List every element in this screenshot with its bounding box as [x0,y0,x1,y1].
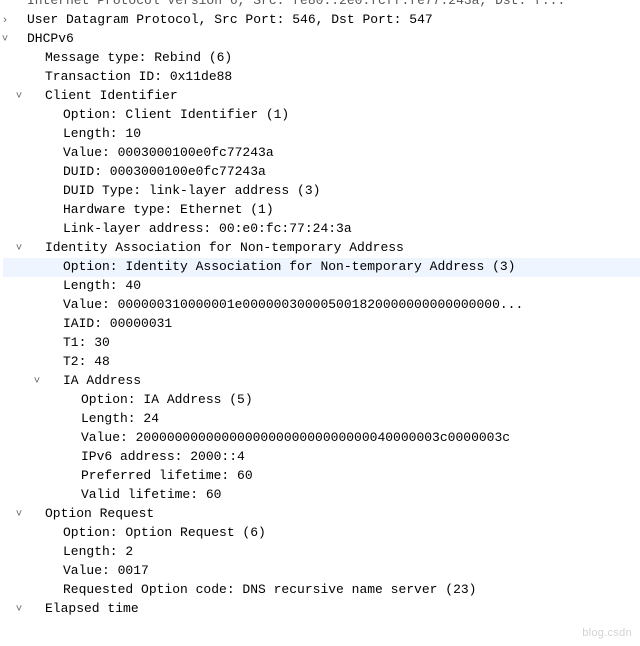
client-id-label: Client Identifier [45,87,178,106]
tree-row-selected[interactable]: Option: Identity Association for Non-tem… [3,258,640,277]
opt-req-value: Value: 0017 [63,562,149,581]
internet-proto-label: Internet Protocol Version 6, Src: fe80::… [27,0,565,11]
client-id-value: Value: 0003000100e0fc77243a [63,144,274,163]
tree-row[interactable]: Length: 10 [3,125,640,144]
tree-row[interactable]: IPv6 address: 2000::4 [3,448,640,467]
packet-tree: Internet Protocol Version 6, Src: fe80::… [0,0,640,619]
tree-row[interactable]: Value: 0017 [3,562,640,581]
opt-req-label: Option Request [45,505,154,524]
ia-addr-value: Value: 200000000000000000000000000000040… [81,429,510,448]
tree-row[interactable]: Hardware type: Ethernet (1) [3,201,640,220]
tree-row[interactable]: T2: 48 [3,353,640,372]
client-id-ll-addr: Link-layer address: 00:e0:fc:77:24:3a [63,220,352,239]
transaction-id: Transaction ID: 0x11de88 [45,68,232,87]
ia-addr-valid: Valid lifetime: 60 [81,486,221,505]
tree-row[interactable]: Preferred lifetime: 60 [3,467,640,486]
ia-na-t1: T1: 30 [63,334,110,353]
tree-row[interactable]: DUID: 0003000100e0fc77243a [3,163,640,182]
tree-row[interactable]: Option: Option Request (6) [3,524,640,543]
chevron-down-icon[interactable]: ˅ [13,89,25,105]
tree-row[interactable]: › User Datagram Protocol, Src Port: 546,… [3,11,640,30]
chevron-down-icon[interactable]: ˅ [31,374,43,390]
tree-row[interactable]: DUID Type: link-layer address (3) [3,182,640,201]
tree-row[interactable]: Value: 000000310000001e00000030000500182… [3,296,640,315]
ia-na-option: Option: Identity Association for Non-tem… [63,258,515,277]
tree-row[interactable]: Length: 24 [3,410,640,429]
tree-row[interactable]: Requested Option code: DNS recursive nam… [3,581,640,600]
ia-na-label: Identity Association for Non-temporary A… [45,239,404,258]
tree-row[interactable]: IAID: 00000031 [3,315,640,334]
ia-addr-label: IA Address [63,372,141,391]
ia-addr-pref: Preferred lifetime: 60 [81,467,253,486]
tree-row[interactable]: Length: 40 [3,277,640,296]
tree-row[interactable]: ˅ IA Address [3,372,640,391]
chevron-down-icon[interactable]: ˅ [13,602,25,618]
watermark: blog.csdn [582,626,632,642]
tree-row[interactable]: ˅ Elapsed time [3,600,640,619]
client-id-duid: DUID: 0003000100e0fc77243a [63,163,266,182]
chevron-down-icon[interactable]: ˅ [13,507,25,523]
opt-req-length: Length: 2 [63,543,133,562]
tree-row[interactable]: Length: 2 [3,543,640,562]
client-id-option: Option: Client Identifier (1) [63,106,289,125]
tree-row[interactable]: ˅ Client Identifier [3,87,640,106]
tree-row[interactable]: Message type: Rebind (6) [3,49,640,68]
tree-row[interactable]: ˅ Identity Association for Non-temporary… [3,239,640,258]
client-id-length: Length: 10 [63,125,141,144]
opt-req-option: Option: Option Request (6) [63,524,266,543]
ia-addr-length: Length: 24 [81,410,159,429]
tree-row[interactable]: Value: 200000000000000000000000000000040… [3,429,640,448]
ia-na-value: Value: 000000310000001e00000030000500182… [63,296,523,315]
client-id-hw-type: Hardware type: Ethernet (1) [63,201,274,220]
tree-row[interactable]: T1: 30 [3,334,640,353]
tree-row[interactable]: Transaction ID: 0x11de88 [3,68,640,87]
elapsed-label: Elapsed time [45,600,139,619]
ia-na-t2: T2: 48 [63,353,110,372]
tree-row[interactable]: Option: Client Identifier (1) [3,106,640,125]
client-id-duid-type: DUID Type: link-layer address (3) [63,182,320,201]
dhcpv6-label: DHCPv6 [27,30,74,49]
ia-addr-ipv6: IPv6 address: 2000::4 [81,448,245,467]
tree-row[interactable]: Link-layer address: 00:e0:fc:77:24:3a [3,220,640,239]
chevron-down-icon[interactable]: ˅ [13,241,25,257]
ia-addr-option: Option: IA Address (5) [81,391,253,410]
tree-row[interactable]: ˅ DHCPv6 [3,30,640,49]
message-type: Message type: Rebind (6) [45,49,232,68]
tree-row[interactable]: ˅ Option Request [3,505,640,524]
ia-na-length: Length: 40 [63,277,141,296]
opt-req-code: Requested Option code: DNS recursive nam… [63,581,476,600]
chevron-down-icon[interactable]: ˅ [0,32,11,48]
tree-row[interactable]: Internet Protocol Version 6, Src: fe80::… [3,0,640,11]
tree-row[interactable]: Value: 0003000100e0fc77243a [3,144,640,163]
tree-row[interactable]: Valid lifetime: 60 [3,486,640,505]
tree-row[interactable]: Option: IA Address (5) [3,391,640,410]
udp-label: User Datagram Protocol, Src Port: 546, D… [27,11,433,30]
chevron-right-icon[interactable]: › [0,13,11,29]
ia-na-iaid: IAID: 00000031 [63,315,172,334]
